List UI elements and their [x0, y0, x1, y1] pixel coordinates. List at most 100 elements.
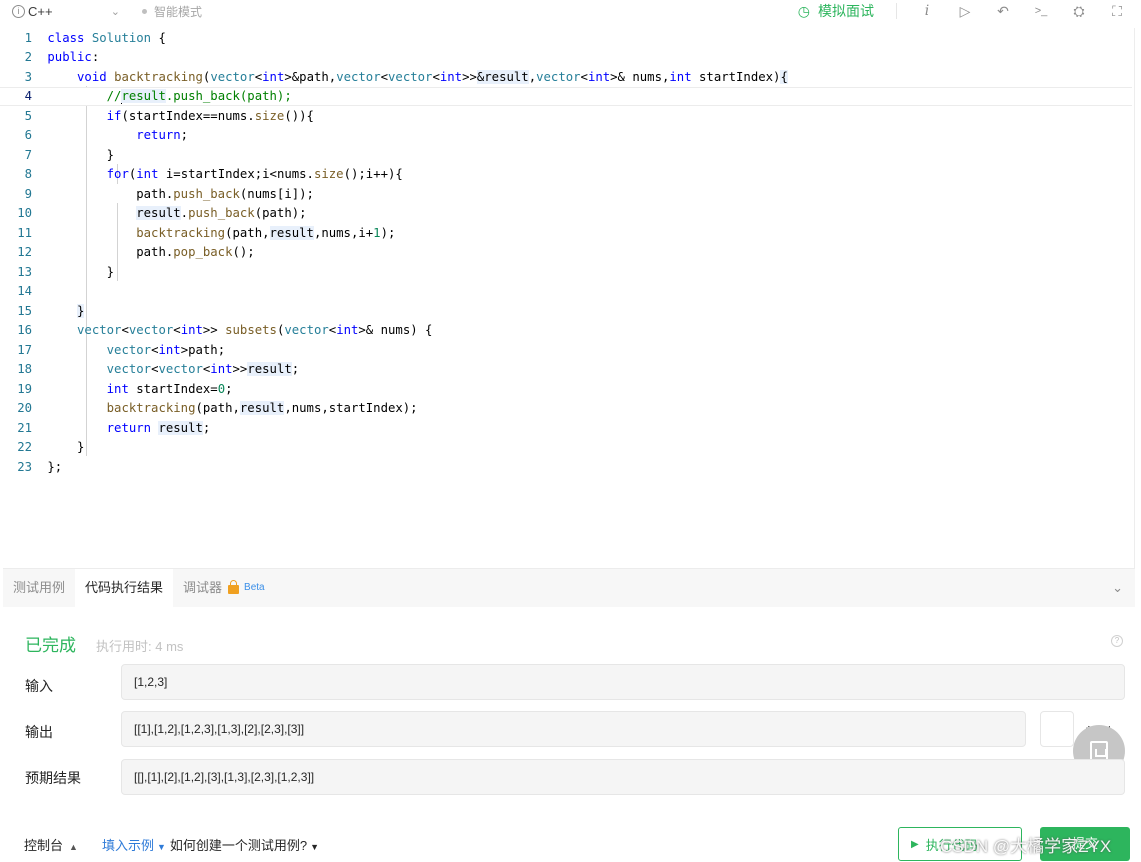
- code-line: 6 return;: [0, 126, 1132, 146]
- diff-toggle[interactable]: [1040, 711, 1074, 747]
- how-to-label: 如何创建一个测试用例?: [169, 837, 308, 853]
- toolbar-actions: ◷ 模拟面试 i ▷ ↶ >_ ⛭ ⛶: [798, 0, 1125, 22]
- line-number: 13: [17, 264, 32, 279]
- code-line: 18 vector<vector<int>>result;: [0, 360, 1132, 380]
- caret-down-icon: ▼: [156, 841, 166, 852]
- code-editor[interactable]: 1 class Solution { 2 public: 3 void back…: [0, 28, 1132, 568]
- console-label: 控制台: [24, 837, 64, 853]
- line-number: 21: [17, 420, 32, 435]
- input-label: 输入: [25, 678, 53, 694]
- code-line: 3 void backtracking(vector<int>&path,vec…: [0, 67, 1132, 87]
- language-selector[interactable]: i C++ ⌄: [0, 4, 130, 19]
- line-number: 5: [24, 108, 32, 123]
- code-line: 11 backtracking(path,result,nums,i+1);: [0, 223, 1132, 243]
- panel-tabs: 测试用例 代码执行结果 调试器 Beta ⌄: [3, 569, 1135, 607]
- line-number: 12: [17, 245, 32, 260]
- fullscreen-icon[interactable]: ⛶: [1109, 3, 1125, 20]
- code-line: 8 for(int i=startIndex;i<nums.size();i++…: [0, 165, 1132, 185]
- console-toggle[interactable]: 控制台 ▲: [24, 835, 78, 854]
- smart-mode-dot-icon: [142, 8, 147, 14]
- tab-debugger[interactable]: 调试器 Beta: [173, 569, 275, 607]
- fill-example-link[interactable]: 填入示例 ▼: [102, 835, 166, 854]
- line-number: 14: [17, 284, 32, 299]
- tab-label: 代码执行结果: [85, 580, 164, 595]
- line-number: 16: [17, 323, 32, 338]
- line-number: 4: [24, 89, 32, 104]
- line-number: 1: [24, 30, 32, 45]
- line-number: 15: [17, 303, 32, 318]
- execution-status: 已完成 执行用时: 4 ms: [25, 631, 183, 656]
- smart-mode-toggle[interactable]: 智能模式: [142, 3, 202, 20]
- caret-down-icon: ▼: [310, 841, 320, 852]
- info-italic-icon[interactable]: i: [919, 3, 935, 19]
- line-number: 2: [24, 50, 32, 65]
- line-number: 17: [17, 342, 32, 357]
- line-number: 11: [17, 225, 32, 240]
- line-number: 22: [17, 440, 32, 455]
- play-icon: ▶: [911, 838, 919, 850]
- output-label: 输出: [25, 724, 53, 740]
- expected-value-box: [[],[1],[2],[1,2],[3],[1,3],[2,3],[1,2,3…: [121, 759, 1125, 795]
- tab-execution-result[interactable]: 代码执行结果: [75, 569, 174, 607]
- collapse-chevron-icon[interactable]: ⌄: [1112, 569, 1123, 607]
- status-completed: 已完成: [25, 636, 76, 655]
- info-icon: i: [12, 4, 25, 18]
- result-panel: 测试用例 代码执行结果 调试器 Beta ⌄ 已完成 执行用时: 4 ms ? …: [3, 568, 1135, 816]
- code-line: 12 path.pop_back();: [0, 243, 1132, 263]
- code-line: 15 }: [0, 301, 1132, 321]
- feedback-icon: [1090, 741, 1108, 761]
- code-line-active: 4 //result.push_back(path);: [0, 86, 1132, 106]
- help-icon[interactable]: ?: [1111, 635, 1123, 647]
- code-line: 10 result.push_back(path);: [0, 204, 1132, 224]
- code-line: 1 class Solution {: [0, 28, 1132, 48]
- chevron-down-icon: ⌄: [110, 5, 120, 18]
- code-line: 23 };: [0, 457, 1132, 477]
- output-value-box: [[1],[1,2],[1,2,3],[1,3],[2],[2,3],[3]]: [121, 711, 1026, 747]
- line-number: 3: [24, 69, 32, 84]
- line-number: 6: [24, 128, 32, 143]
- smart-mode-label: 智能模式: [154, 4, 203, 19]
- code-line: 13 }: [0, 262, 1132, 282]
- line-number: 8: [24, 167, 32, 182]
- editor-scrollbar[interactable]: [1134, 28, 1135, 568]
- reset-icon[interactable]: ↶: [995, 3, 1011, 20]
- settings-icon[interactable]: ⛭: [1071, 3, 1087, 20]
- line-number: 10: [17, 206, 32, 221]
- csdn-watermark: CSDN @大橘学家ZYX: [940, 837, 1112, 856]
- alarm-clock-icon: ◷: [797, 2, 810, 19]
- line-number: 23: [17, 459, 32, 474]
- caret-up-icon: ▲: [69, 841, 78, 852]
- language-label: C++: [28, 3, 53, 19]
- mock-interview-button[interactable]: ◷ 模拟面试: [798, 1, 874, 21]
- code-line: 22 }: [0, 438, 1132, 458]
- line-number: 7: [24, 147, 32, 162]
- code-line: 5 if(startIndex==nums.size()){: [0, 106, 1132, 126]
- code-line: 19 int startIndex=0;: [0, 379, 1132, 399]
- code-line: 7 }: [0, 145, 1132, 165]
- code-line: 20 backtracking(path,result,nums,startIn…: [0, 399, 1132, 419]
- code-line: 21 return result;: [0, 418, 1132, 438]
- beta-badge: Beta: [244, 582, 265, 593]
- expected-label: 预期结果: [25, 770, 81, 786]
- tab-label: 测试用例: [13, 580, 66, 595]
- code-line: 17 vector<int>path;: [0, 340, 1132, 360]
- run-triangle-icon[interactable]: ▷: [957, 3, 973, 20]
- code-line: 2 public:: [0, 48, 1132, 68]
- code-line: 9 path.push_back(nums[i]);: [0, 184, 1132, 204]
- line-number: 9: [24, 186, 32, 201]
- line-number: 20: [17, 401, 32, 416]
- tab-label: 调试器: [183, 580, 223, 595]
- line-number: 19: [17, 381, 32, 396]
- line-number: 18: [17, 362, 32, 377]
- terminal-icon[interactable]: >_: [1033, 5, 1049, 17]
- code-line: 16 vector<vector<int>> subsets(vector<in…: [0, 321, 1132, 341]
- how-to-create-test-link[interactable]: 如何创建一个测试用例? ▼: [170, 835, 319, 854]
- tab-test-cases[interactable]: 测试用例: [3, 569, 75, 607]
- mock-interview-label: 模拟面试: [818, 3, 874, 19]
- input-value-box: [1,2,3]: [121, 664, 1125, 700]
- lock-icon: [228, 579, 240, 594]
- code-line: 14: [0, 282, 1132, 302]
- execution-time: 执行用时: 4 ms: [96, 639, 184, 654]
- editor-toolbar: i C++ ⌄ 智能模式 ◷ 模拟面试 i ▷ ↶ >_ ⛭ ⛶: [0, 0, 1141, 22]
- fill-example-label: 填入示例: [101, 837, 154, 853]
